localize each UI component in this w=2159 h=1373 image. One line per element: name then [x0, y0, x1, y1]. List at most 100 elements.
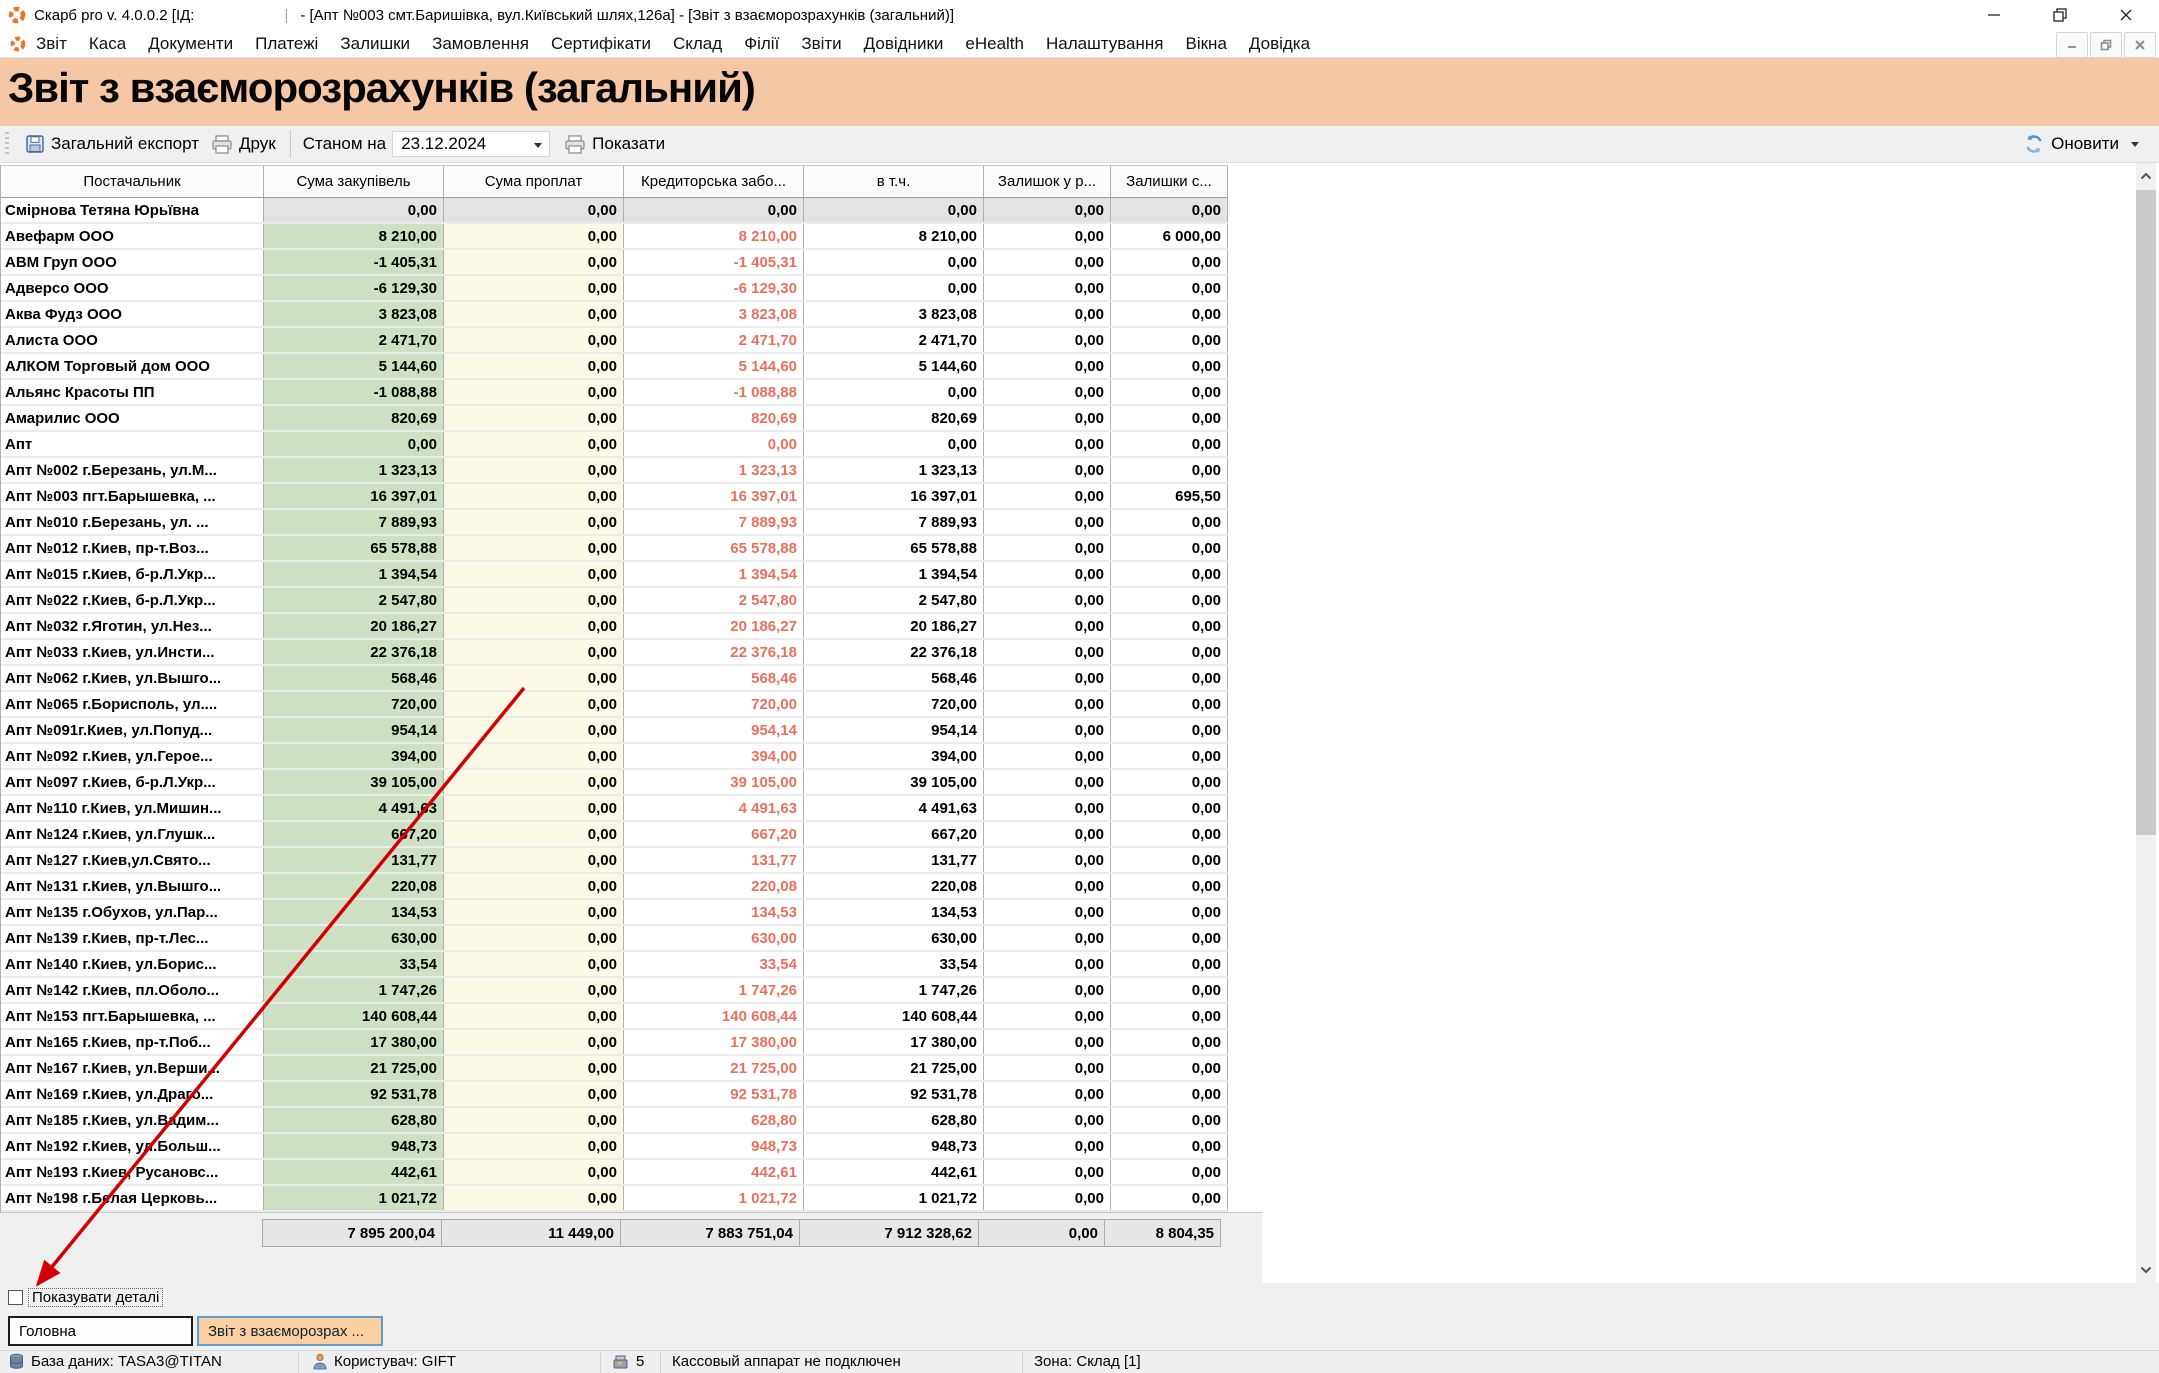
menu-item[interactable]: Замовлення	[432, 34, 529, 54]
show-details-checkbox[interactable]: Показувати деталі	[8, 1288, 163, 1307]
table-row[interactable]: АВМ Груп ООО-1 405,310,00-1 405,310,000,…	[1, 250, 1228, 276]
window-restore-button[interactable]	[2027, 0, 2093, 30]
table-row[interactable]: Альянс Красоты ПП-1 088,880,00-1 088,880…	[1, 380, 1228, 406]
table-row[interactable]: Смірнова Тетяна Юрьївна0,000,000,000,000…	[1, 198, 1228, 224]
column-header[interactable]: Сума закупівель	[264, 166, 444, 197]
menu-item[interactable]: Звіти	[801, 34, 841, 54]
table-row[interactable]: Апт №091г.Киев, ул.Попуд...954,140,00954…	[1, 718, 1228, 744]
chevron-down-icon	[2140, 1266, 2152, 1274]
menu-item[interactable]: Документи	[148, 34, 233, 54]
table-row[interactable]: Апт №142 г.Киев, пл.Оболо...1 747,260,00…	[1, 978, 1228, 1004]
menu-item[interactable]: Каса	[89, 34, 126, 54]
table-row[interactable]: Апт №124 г.Киев, ул.Глушк...667,200,0066…	[1, 822, 1228, 848]
child-minimize-button[interactable]	[2056, 32, 2088, 58]
table-row[interactable]: Апт №193 г.Киев, Русановс...442,610,0044…	[1, 1160, 1228, 1186]
value-cell: 0,00	[984, 614, 1111, 638]
refresh-dropdown-caret-icon[interactable]	[2131, 142, 2139, 147]
general-export-button[interactable]: Загальний експорт	[19, 131, 205, 157]
child-restore-button[interactable]	[2090, 32, 2122, 58]
menu-item[interactable]: Залишки	[340, 34, 410, 54]
value-cell: 0,00	[1111, 354, 1228, 378]
table-row[interactable]: Апт №139 г.Киев, пр-т.Лес...630,000,0063…	[1, 926, 1228, 952]
value-cell: 0,00	[984, 718, 1111, 742]
table-row[interactable]: Апт №140 г.Киев, ул.Борис...33,540,0033,…	[1, 952, 1228, 978]
menu-item[interactable]: eHealth	[965, 34, 1024, 54]
table-row[interactable]: Апт №010 г.Березань, ул. ...7 889,930,00…	[1, 510, 1228, 536]
table-row[interactable]: АЛКОМ Торговый дом ООО5 144,600,005 144,…	[1, 354, 1228, 380]
menu-item[interactable]: Вікна	[1186, 34, 1227, 54]
scroll-down-button[interactable]	[2136, 1257, 2156, 1283]
scroll-up-button[interactable]	[2136, 163, 2156, 189]
value-cell: 720,00	[624, 692, 804, 716]
menu-item[interactable]: Звіт	[36, 34, 67, 54]
table-row[interactable]: Апт №185 г.Киев, ул.Вадим...628,800,0062…	[1, 1108, 1228, 1134]
table-row[interactable]: Авефарм ООО8 210,000,008 210,008 210,000…	[1, 224, 1228, 250]
table-row[interactable]: Апт №002 г.Березань, ул.М...1 323,130,00…	[1, 458, 1228, 484]
table-row[interactable]: Алиста ООО2 471,700,002 471,702 471,700,…	[1, 328, 1228, 354]
status-separator	[298, 1352, 299, 1373]
supplier-name-cell: Апт №153 пгт.Барышевка, ...	[1, 1004, 264, 1028]
table-row[interactable]: Апт0,000,000,000,000,000,00	[1, 432, 1228, 458]
toolbar-grip[interactable]	[5, 132, 9, 156]
table-row[interactable]: Аква Фудз ООО3 823,080,003 823,083 823,0…	[1, 302, 1228, 328]
column-header[interactable]: Постачальник	[1, 166, 264, 197]
scrollbar-thumb[interactable]	[2136, 190, 2156, 835]
menu-item[interactable]: Філії	[744, 34, 779, 54]
column-header[interactable]: Залишок у р...	[984, 166, 1111, 197]
table-row[interactable]: Апт №003 пгт.Барышевка, ...16 397,010,00…	[1, 484, 1228, 510]
refresh-icon	[2023, 133, 2045, 155]
table-row[interactable]: Апт №198 г.Белая Церковь...1 021,720,001…	[1, 1186, 1228, 1212]
menu-item[interactable]: Довідка	[1249, 34, 1310, 54]
table-row[interactable]: Апт №165 г.Киев, пр-т.Поб...17 380,000,0…	[1, 1030, 1228, 1056]
child-close-button[interactable]	[2124, 32, 2156, 58]
column-header[interactable]: Сума проплат	[444, 166, 624, 197]
vertical-scrollbar[interactable]	[2136, 163, 2156, 1283]
table-row[interactable]: Адверсо ООО-6 129,300,00-6 129,300,000,0…	[1, 276, 1228, 302]
table-row[interactable]: Апт №127 г.Киев,ул.Свято...131,770,00131…	[1, 848, 1228, 874]
tab-report-active[interactable]: Звіт з взаєморозрах ...	[197, 1316, 383, 1346]
table-row[interactable]: Апт №169 г.Киев, ул.Драго...92 531,780,0…	[1, 1082, 1228, 1108]
table-row[interactable]: Апт №065 г.Борисполь, ул....720,000,0072…	[1, 692, 1228, 718]
table-row[interactable]: Апт №092 г.Киев, ул.Герое...394,000,0039…	[1, 744, 1228, 770]
supplier-name-cell: Апт №002 г.Березань, ул.М...	[1, 458, 264, 482]
menu-item[interactable]: Налаштування	[1046, 34, 1164, 54]
table-row[interactable]: Апт №167 г.Киев, ул.Верши...21 725,000,0…	[1, 1056, 1228, 1082]
menu-item[interactable]: Платежі	[255, 34, 318, 54]
tab-home[interactable]: Головна	[8, 1316, 193, 1346]
print-button[interactable]: Друк	[205, 131, 282, 157]
table-row[interactable]: Апт №097 г.Киев, б-р.Л.Укр...39 105,000,…	[1, 770, 1228, 796]
window-minimize-button[interactable]	[1961, 0, 2027, 30]
table-row[interactable]: Апт №032 г.Яготин, ул.Нез...20 186,270,0…	[1, 614, 1228, 640]
value-cell: 0,00	[804, 250, 984, 274]
table-row[interactable]: Апт №192 г.Киев, ул.Больш...948,730,0094…	[1, 1134, 1228, 1160]
table-row[interactable]: Апт №110 г.Киев, ул.Мишин...4 491,630,00…	[1, 796, 1228, 822]
value-cell: 0,00	[264, 432, 444, 456]
status-separator	[600, 1352, 601, 1373]
column-header[interactable]: Залишки с...	[1111, 166, 1228, 197]
date-dropdown-caret-icon[interactable]	[534, 143, 542, 148]
menu-item[interactable]: Довідники	[864, 34, 944, 54]
refresh-button[interactable]: Оновити	[2017, 130, 2145, 158]
table-row[interactable]: Амарилис ООО820,690,00820,69820,690,000,…	[1, 406, 1228, 432]
table-row[interactable]: Апт №012 г.Киев, пр-т.Воз...65 578,880,0…	[1, 536, 1228, 562]
menu-items: Звіт Каса Документи Платежі Залишки Замовленн…	[36, 34, 1310, 54]
show-button[interactable]: Показати	[558, 131, 671, 157]
menu-item[interactable]: Сертифікати	[551, 34, 651, 54]
table-row[interactable]: Апт №015 г.Киев, б-р.Л.Укр...1 394,540,0…	[1, 562, 1228, 588]
date-input[interactable]: 23.12.2024	[392, 131, 550, 157]
table-row[interactable]: Апт №022 г.Киев, б-р.Л.Укр...2 547,800,0…	[1, 588, 1228, 614]
table-row[interactable]: Апт №033 г.Киев, ул.Инсти...22 376,180,0…	[1, 640, 1228, 666]
table-row[interactable]: Апт №153 пгт.Барышевка, ...140 608,440,0…	[1, 1004, 1228, 1030]
value-cell: 17 380,00	[804, 1030, 984, 1054]
value-cell: 0,00	[1111, 302, 1228, 326]
table-row[interactable]: Апт №062 г.Киев, ул.Вышго...568,460,0056…	[1, 666, 1228, 692]
column-header[interactable]: в т.ч.	[804, 166, 984, 197]
checkbox-box[interactable]	[8, 1290, 23, 1305]
table-row[interactable]: Апт №135 г.Обухов, ул.Пар...134,530,0013…	[1, 900, 1228, 926]
column-header[interactable]: Кредиторська забо...	[624, 166, 804, 197]
menu-item[interactable]: Склад	[673, 34, 722, 54]
window-close-button[interactable]	[2093, 0, 2159, 30]
cash-register-icon	[612, 1354, 630, 1370]
table-row[interactable]: Апт №131 г.Киев, ул.Вышго...220,080,0022…	[1, 874, 1228, 900]
supplier-name-cell: Амарилис ООО	[1, 406, 264, 430]
